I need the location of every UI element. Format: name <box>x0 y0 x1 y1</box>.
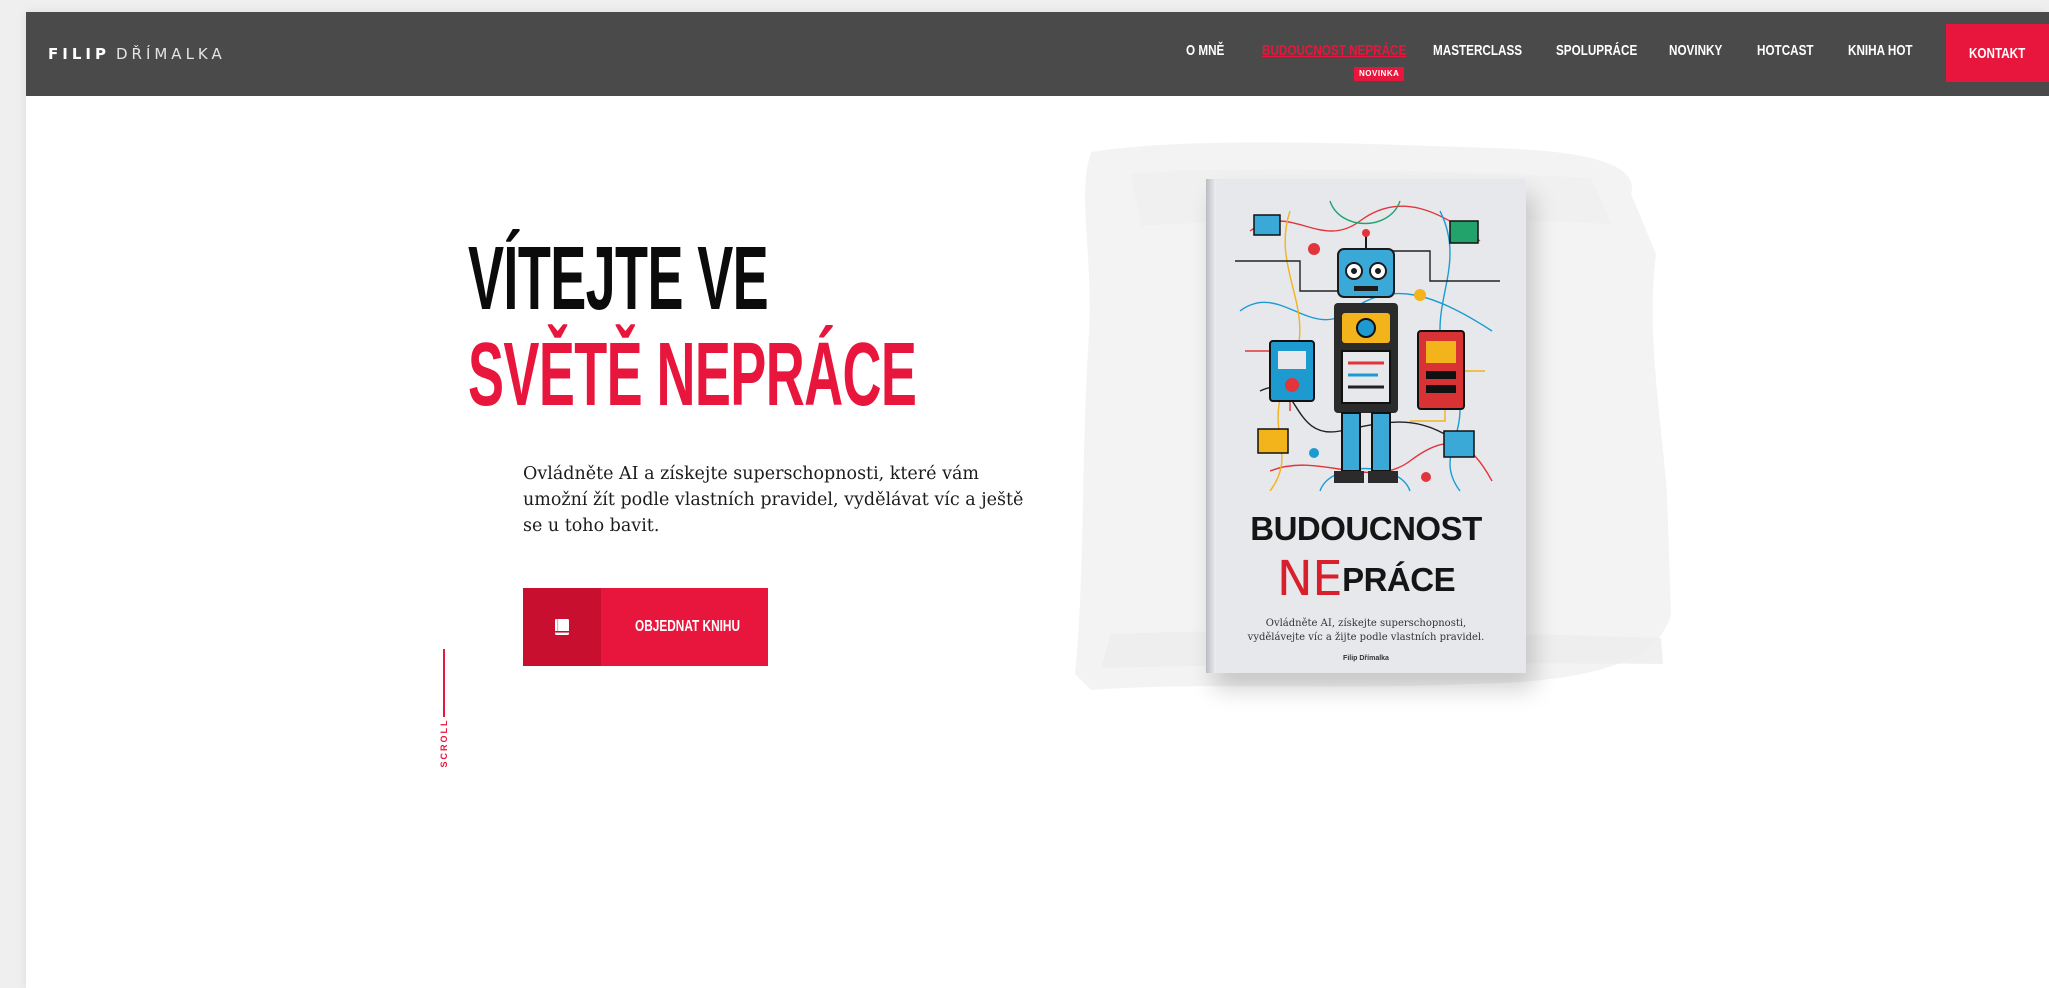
contact-button[interactable]: KONTAKT <box>1946 24 2049 82</box>
scroll-indicator-line <box>443 649 445 717</box>
book-title-ne: NE <box>1276 551 1343 607</box>
order-book-label: OBJEDNAT KNIHU <box>635 618 741 635</box>
nav-item-spoluprace[interactable]: SPOLUPRÁCE <box>1556 42 1637 59</box>
book-title-rest: PRÁCE <box>1342 561 1456 598</box>
page-viewport: FILIP DŘÍMALKA O MNĚ BUDOUCNOST NEPRÁCE N… <box>26 12 2049 988</box>
hero-subtitle: Ovládněte AI a získejte superschopnosti,… <box>523 464 1024 536</box>
scroll-indicator-label[interactable]: SCROLL <box>439 719 449 768</box>
nav-item-hotcast[interactable]: HOTCAST <box>1757 42 1814 59</box>
book-blurb: Ovládněte AI, získejte superschopnosti, … <box>1247 618 1485 643</box>
nav-item-budoucnost-neprace[interactable]: BUDOUCNOST NEPRÁCE <box>1262 42 1406 59</box>
book-icon <box>555 619 569 635</box>
brand-logo[interactable]: FILIP DŘÍMALKA <box>48 45 226 63</box>
site-header: FILIP DŘÍMALKA O MNĚ BUDOUCNOST NEPRÁCE N… <box>26 12 2049 96</box>
robot-illustration <box>1235 200 1500 492</box>
book-author: Filip Dřímalka <box>1343 655 1389 662</box>
nav-item-kniha-hot[interactable]: KNIHA HOT <box>1848 42 1913 59</box>
brand-last-name: DŘÍMALKA <box>115 45 226 63</box>
contact-button-label: KONTAKT <box>1969 44 2026 62</box>
nav-item-masterclass[interactable]: MASTERCLASS <box>1433 42 1522 59</box>
nav-badge-novinka: NOVINKA <box>1354 67 1405 81</box>
book-title-line-1: BUDOUCNOST <box>1250 510 1482 547</box>
hero-title-line-2: SVĚTĚ NEPRÁCE <box>468 325 917 425</box>
book-title-line-2: NEPRÁCE <box>1206 551 1526 607</box>
nav-item-o-mne[interactable]: O MNĚ <box>1186 42 1224 59</box>
order-icon-box <box>523 588 601 666</box>
hero-title-line-1: VÍTEJTE VE <box>468 229 769 329</box>
order-book-button[interactable]: OBJEDNAT KNIHU <box>523 588 768 666</box>
nav-item-novinky[interactable]: NOVINKY <box>1669 42 1722 59</box>
brand-first-name: FILIP <box>48 45 110 63</box>
book-cover[interactable]: BUDOUCNOST NEPRÁCE Ovládněte AI, získejt… <box>1206 179 1526 673</box>
